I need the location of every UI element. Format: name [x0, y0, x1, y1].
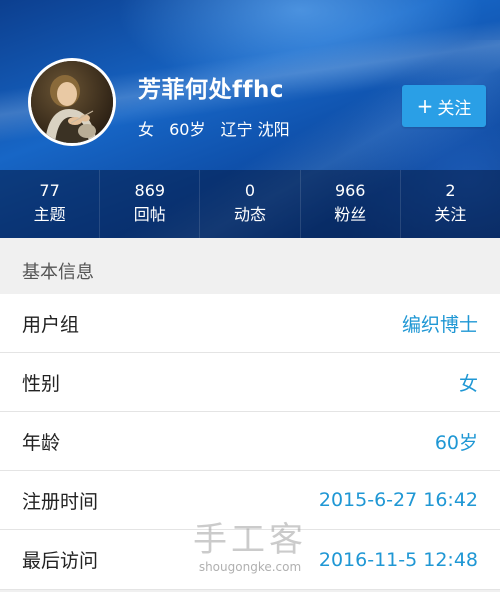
stats-bar: 77 主题 869 回帖 0 动态 966 粉丝 2 关注 [0, 170, 500, 238]
info-row-last-visit: 最后访问 2016-11-5 12:48 [0, 530, 500, 590]
info-key: 用户组 [22, 313, 80, 336]
username: 芳菲何处ffhc [138, 77, 285, 103]
basic-info-list: 用户组 编织博士 性别 女 年龄 60岁 注册时间 2015-6-27 16:4… [0, 294, 500, 590]
gender-text: 女 [138, 120, 155, 139]
info-value: 编织博士 [401, 313, 478, 336]
stat-label: 回帖 [133, 205, 166, 224]
stat-value: 966 [334, 181, 366, 200]
stat-topics[interactable]: 77 主题 [0, 170, 101, 238]
stat-label: 动态 [234, 205, 267, 224]
location-text: 辽宁 沈阳 [220, 120, 290, 139]
profile-meta: 女 60岁 辽宁 沈阳 [138, 116, 300, 140]
info-value: 女 [458, 372, 478, 395]
info-value: 2015-6-27 16:42 [318, 489, 478, 511]
avatar[interactable] [28, 58, 116, 146]
info-key: 性别 [22, 372, 61, 395]
stat-value: 869 [134, 181, 166, 200]
info-key: 注册时间 [22, 490, 99, 513]
plus-icon: + [416, 94, 434, 118]
info-row-user-group: 用户组 编织博士 [0, 294, 500, 353]
follow-button[interactable]: + 关注 [402, 85, 486, 127]
stat-label: 主题 [33, 205, 66, 224]
stat-value: 77 [39, 181, 60, 200]
stat-activity[interactable]: 0 动态 [200, 170, 301, 238]
stat-following[interactable]: 2 关注 [401, 170, 500, 238]
stat-value: 0 [244, 181, 256, 200]
info-row-age: 年龄 60岁 [0, 412, 500, 471]
avatar-portrait-image [31, 61, 113, 143]
profile-header: 芳菲何处ffhc 女 60岁 辽宁 沈阳 + 关注 77 主题 869 回帖 0… [0, 0, 500, 238]
stat-value: 2 [445, 181, 456, 200]
stat-label: 粉丝 [334, 205, 367, 224]
info-value: 60岁 [434, 431, 478, 454]
info-row-registered: 注册时间 2015-6-27 16:42 [0, 471, 500, 530]
info-row-gender: 性别 女 [0, 353, 500, 412]
stat-label: 关注 [434, 205, 467, 224]
stat-fans[interactable]: 966 粉丝 [301, 170, 401, 238]
section-title-basic-info: 基本信息 [22, 262, 94, 283]
info-key: 最后访问 [22, 550, 99, 572]
info-key: 年龄 [22, 431, 61, 454]
follow-button-label: 关注 [437, 98, 472, 119]
stat-replies[interactable]: 869 回帖 [100, 170, 201, 238]
age-text: 60岁 [169, 120, 206, 139]
info-value: 2016-11-5 12:48 [318, 548, 478, 571]
